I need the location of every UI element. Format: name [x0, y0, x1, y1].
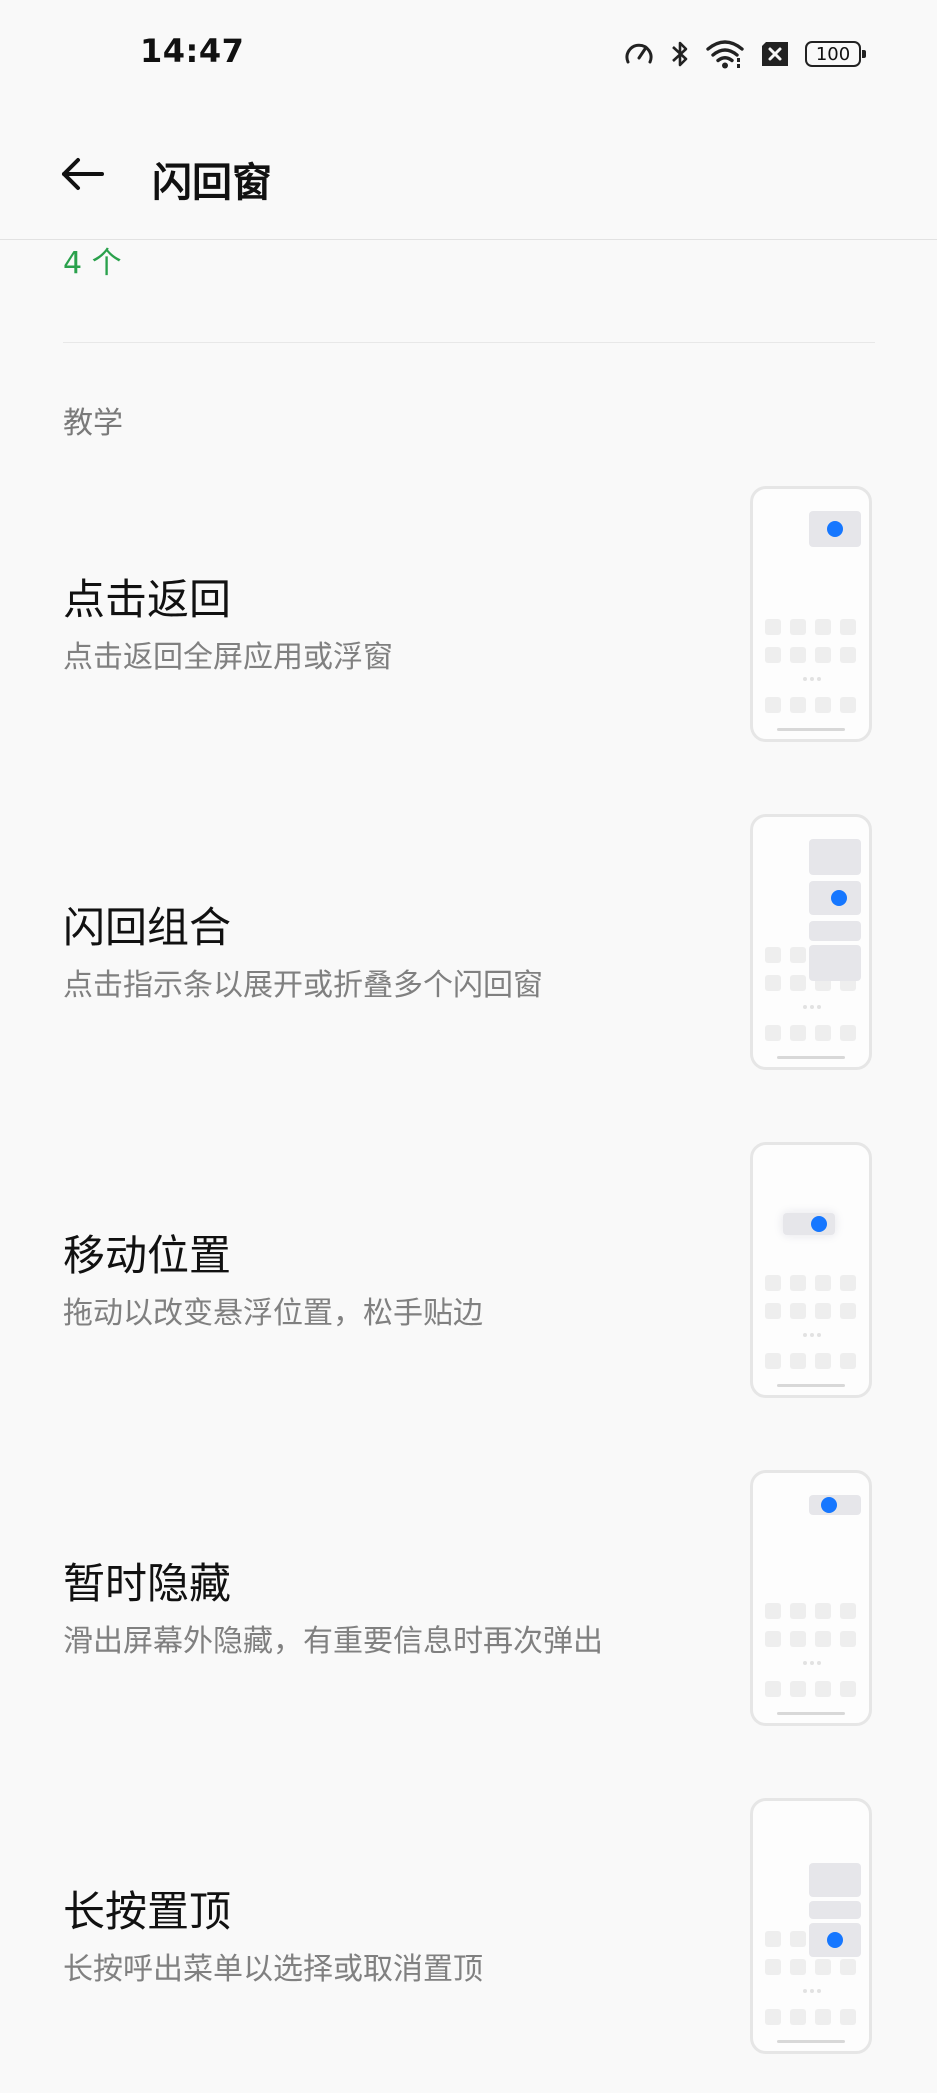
tutorial-description: 长按呼出菜单以选择或取消置顶 — [63, 1952, 483, 1987]
page-title: 闪回窗 — [152, 160, 272, 206]
tutorial-illustration — [750, 1470, 872, 1726]
tutorial-description: 拖动以改变悬浮位置，松手贴边 — [63, 1296, 483, 1331]
divider — [63, 342, 875, 343]
touch-indicator — [811, 1216, 827, 1232]
status-bar: 14:47 100 — [0, 0, 937, 110]
floating-window — [809, 839, 861, 875]
sim-off-icon — [759, 40, 791, 68]
battery-icon: 100 — [805, 41, 866, 67]
status-icons: 100 — [623, 36, 866, 72]
app-bar: 闪回窗 — [0, 110, 937, 240]
tutorial-description: 点击返回全屏应用或浮窗 — [63, 640, 393, 675]
tutorial-item-move-position[interactable]: 移动位置 拖动以改变悬浮位置，松手贴边 — [0, 1126, 937, 1426]
tutorial-item-long-press-pin[interactable]: 长按置顶 长按呼出菜单以选择或取消置顶 — [0, 1782, 937, 2082]
tutorial-item-tap-back[interactable]: 点击返回 点击返回全屏应用或浮窗 — [0, 470, 937, 770]
touch-indicator — [827, 1932, 843, 1948]
touch-indicator — [831, 890, 847, 906]
status-time: 14:47 — [140, 32, 245, 70]
tutorial-illustration — [750, 814, 872, 1070]
tutorial-item-flashback-group[interactable]: 闪回组合 点击指示条以展开或折叠多个闪回窗 — [0, 798, 937, 1098]
tutorial-description: 点击指示条以展开或折叠多个闪回窗 — [63, 968, 543, 1003]
tutorial-illustration — [750, 486, 872, 742]
battery-level: 100 — [815, 43, 851, 65]
floating-window — [809, 1863, 861, 1897]
tutorial-title: 长按置顶 — [63, 1887, 232, 1936]
back-button[interactable] — [52, 146, 112, 206]
tutorial-title: 移动位置 — [63, 1231, 232, 1280]
floating-window — [809, 1901, 861, 1919]
tutorial-title: 闪回组合 — [63, 903, 232, 952]
tutorial-illustration — [750, 1142, 872, 1398]
floating-window — [809, 921, 861, 941]
floating-window — [809, 945, 861, 981]
tutorial-illustration — [750, 1798, 872, 2054]
flashback-count: 4 个 — [63, 246, 122, 281]
wifi-icon — [705, 38, 745, 70]
arrow-left-icon — [58, 150, 106, 202]
tutorial-title: 暂时隐藏 — [63, 1559, 232, 1608]
tutorial-description: 滑出屏幕外隐藏，有重要信息时再次弹出 — [63, 1624, 603, 1659]
tutorial-item-temporary-hide[interactable]: 暂时隐藏 滑出屏幕外隐藏，有重要信息时再次弹出 — [0, 1454, 937, 1754]
speedometer-icon — [623, 38, 655, 70]
floating-window — [783, 1213, 835, 1235]
section-header-tutorial: 教学 — [63, 406, 123, 441]
touch-indicator — [821, 1497, 837, 1513]
touch-indicator — [827, 521, 843, 537]
bluetooth-icon — [669, 38, 691, 70]
tutorial-title: 点击返回 — [63, 575, 232, 624]
